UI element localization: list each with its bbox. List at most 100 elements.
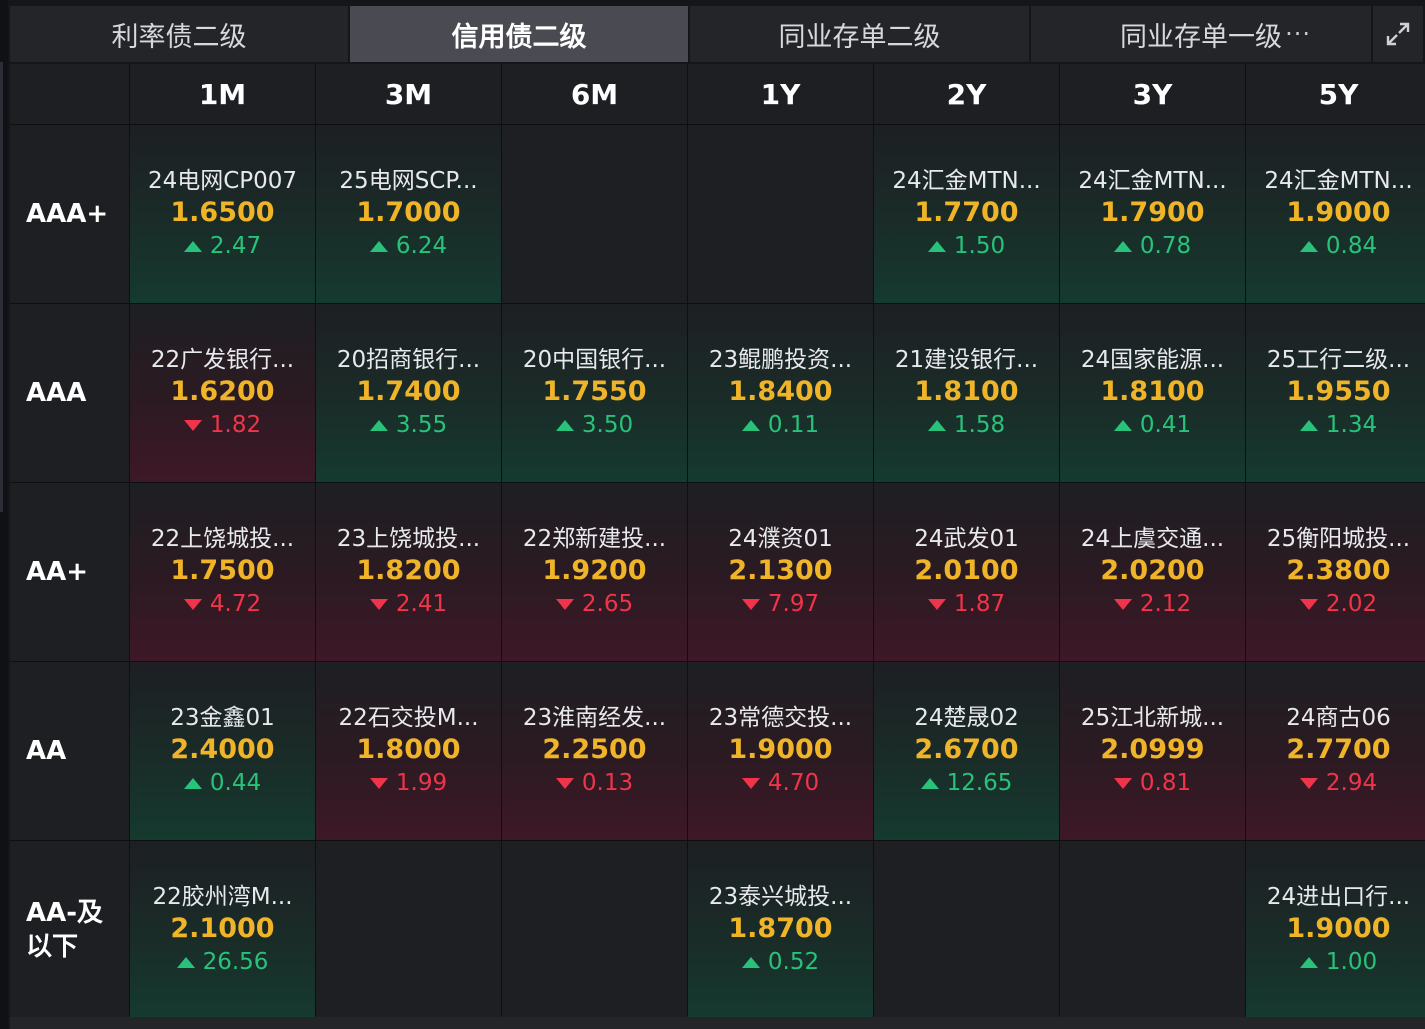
- bond-cell[interactable]: 23泰兴城投... 1.8700 0.52: [688, 841, 873, 1019]
- change-value: 1.87: [953, 591, 1006, 617]
- rating-label-line2: 以下: [26, 932, 79, 962]
- change-value: 0.52: [767, 949, 820, 975]
- bond-cell[interactable]: 23鲲鹏投资... 1.8400 0.11: [688, 304, 873, 482]
- change-value: 2.47: [209, 233, 262, 259]
- bond-cell[interactable]: 24电网CP007 1.6500 2.47: [130, 125, 315, 303]
- tab-label: 利率债二级: [111, 21, 247, 53]
- rating-label: AA+: [26, 557, 89, 587]
- bond-cell[interactable]: 22石交投M... 1.8000 1.99: [316, 662, 501, 840]
- arrow-up-icon: [1299, 240, 1318, 252]
- bond-name: 24国家能源...: [1080, 347, 1225, 373]
- bond-name: 22广发银行...: [150, 347, 295, 373]
- bond-name: 25工行二级...: [1266, 347, 1411, 373]
- bond-cell[interactable]: 25衡阳城投... 2.3800 2.02: [1246, 483, 1425, 661]
- empty-cell: [502, 125, 687, 303]
- bond-change: 2.47: [183, 230, 262, 262]
- change-value: 26.56: [202, 949, 269, 975]
- bond-name: 23常德交投...: [708, 705, 853, 731]
- bond-name: 23泰兴城投...: [708, 884, 853, 910]
- arrow-up-icon: [1113, 419, 1132, 431]
- bond-cell[interactable]: 22上饶城投... 1.7500 4.72: [130, 483, 315, 661]
- bond-yield: 2.3800: [1286, 555, 1391, 586]
- bond-cell[interactable]: 25江北新城... 2.0999 0.81: [1060, 662, 1245, 840]
- bond-name: 23淮南经发...: [522, 705, 667, 731]
- bond-cell[interactable]: 23上饶城投... 1.8200 2.41: [316, 483, 501, 661]
- bottom-scrollbar[interactable]: [10, 1017, 1425, 1029]
- row-header-rating: AA: [10, 662, 129, 840]
- bond-cell[interactable]: 24汇金MTN... 1.7900 0.78: [1060, 125, 1245, 303]
- bond-cell[interactable]: 24汇金MTN... 1.7700 1.50: [874, 125, 1059, 303]
- arrow-down-icon: [555, 598, 574, 610]
- expand-button[interactable]: [1373, 6, 1425, 62]
- change-value: 6.24: [395, 233, 448, 259]
- change-value: 1.58: [953, 412, 1006, 438]
- tab-credit-bond-secondary[interactable]: 信用债二级: [350, 6, 690, 62]
- bond-cell[interactable]: 20招商银行... 1.7400 3.55: [316, 304, 501, 482]
- change-value: 1.34: [1325, 412, 1378, 438]
- bond-cell[interactable]: 24汇金MTN... 1.9000 0.84: [1246, 125, 1425, 303]
- bond-change: 1.99: [369, 767, 447, 799]
- bond-cell[interactable]: 23淮南经发... 2.2500 0.13: [502, 662, 687, 840]
- bond-cell[interactable]: 24武发01 2.0100 1.87: [874, 483, 1059, 661]
- rating-label: AAA+: [26, 199, 109, 229]
- bond-cell[interactable]: 25电网SCP... 1.7000 6.24: [316, 125, 501, 303]
- change-value: 0.81: [1139, 770, 1192, 796]
- bond-cell[interactable]: 24国家能源... 1.8100 0.41: [1060, 304, 1245, 482]
- tab-rate-bond-secondary[interactable]: 利率债二级: [10, 6, 350, 62]
- bond-yield: 1.9000: [1286, 197, 1391, 228]
- bond-cell[interactable]: 21建设银行... 1.8100 1.58: [874, 304, 1059, 482]
- empty-cell: [688, 125, 873, 303]
- expand-icon: [1384, 20, 1412, 48]
- bond-cell[interactable]: 20中国银行... 1.7550 3.50: [502, 304, 687, 482]
- bond-name: 22石交投M...: [338, 705, 479, 731]
- bond-change: 1.58: [927, 409, 1006, 441]
- bond-cell[interactable]: 23常德交投... 1.9000 4.70: [688, 662, 873, 840]
- tab-label: 信用债二级: [451, 21, 587, 53]
- bond-cell[interactable]: 24楚晟02 2.6700 12.65: [874, 662, 1059, 840]
- bond-change: 12.65: [920, 767, 1012, 799]
- tab-label: 同业存单二级: [778, 21, 941, 53]
- more-icon[interactable]: ···: [1285, 20, 1311, 48]
- bond-name: 24商古06: [1286, 705, 1391, 731]
- arrow-up-icon: [176, 956, 195, 968]
- bond-cell[interactable]: 24上虞交通... 2.0200 2.12: [1060, 483, 1245, 661]
- change-value: 0.78: [1139, 233, 1192, 259]
- bond-cell[interactable]: 25工行二级... 1.9550 1.34: [1246, 304, 1425, 482]
- empty-cell: [874, 841, 1059, 1019]
- bond-yield: 1.7000: [356, 197, 461, 228]
- change-value: 0.11: [767, 412, 820, 438]
- change-value: 0.41: [1139, 412, 1192, 438]
- bond-yield: 1.7900: [1100, 197, 1205, 228]
- bond-change: 0.11: [741, 409, 820, 441]
- column-header-5y: 5Y: [1246, 64, 1425, 124]
- bond-change: 4.72: [183, 588, 261, 620]
- tab-ncd-secondary[interactable]: 同业存单二级: [690, 6, 1031, 62]
- bond-cell[interactable]: 22胶州湾M... 2.1000 26.56: [130, 841, 315, 1019]
- change-value: 1.50: [953, 233, 1006, 259]
- bond-cell[interactable]: 24商古06 2.7700 2.94: [1246, 662, 1425, 840]
- change-value: 2.65: [581, 591, 634, 617]
- bond-cell[interactable]: 24进出口行... 1.9000 1.00: [1246, 841, 1425, 1019]
- bond-cell[interactable]: 22广发银行... 1.6200 1.82: [130, 304, 315, 482]
- bond-name: 24电网CP007: [147, 168, 298, 194]
- bond-name: 23上饶城投...: [336, 526, 481, 552]
- arrow-down-icon: [1299, 777, 1318, 789]
- bond-name: 22胶州湾M...: [152, 884, 293, 910]
- column-header-1m: 1M: [130, 64, 315, 124]
- arrow-down-icon: [183, 598, 202, 610]
- arrow-down-icon: [741, 598, 760, 610]
- bond-change: 6.24: [369, 230, 448, 262]
- bond-yield: 2.0999: [1100, 734, 1205, 765]
- bond-change: 0.84: [1299, 230, 1377, 262]
- bond-cell[interactable]: 22郑新建投... 1.9200 2.65: [502, 483, 687, 661]
- bond-change: 0.44: [183, 767, 261, 799]
- empty-cell: [502, 841, 687, 1019]
- bond-yield: 1.9550: [1286, 376, 1391, 407]
- row-header-rating: AAA+: [10, 125, 129, 303]
- bond-cell[interactable]: 23金鑫01 2.4000 0.44: [130, 662, 315, 840]
- arrow-up-icon: [1299, 956, 1318, 968]
- bond-name: 24楚晟02: [914, 705, 1019, 731]
- tab-ncd-primary[interactable]: 同业存单一级 ···: [1031, 6, 1373, 62]
- bond-name: 22上饶城投...: [150, 526, 295, 552]
- bond-cell[interactable]: 24濮资01 2.1300 7.97: [688, 483, 873, 661]
